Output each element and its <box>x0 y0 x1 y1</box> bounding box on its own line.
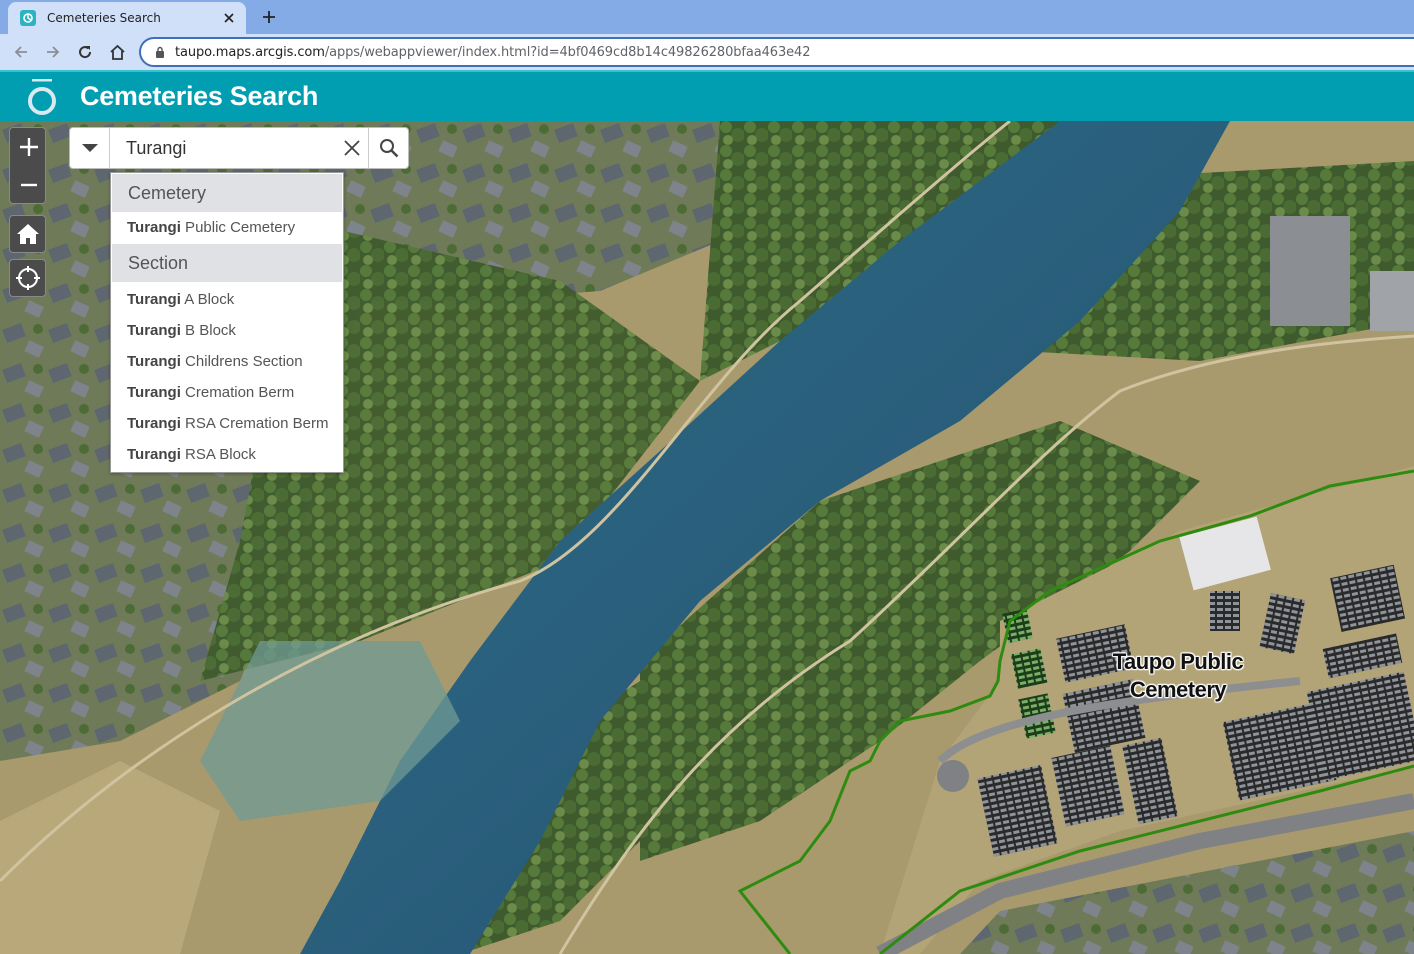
search-input[interactable] <box>110 128 336 168</box>
suggestion-group-header: Section <box>112 244 342 282</box>
suggestion-item[interactable]: Turangi Childrens Section <box>111 346 343 377</box>
back-arrow-icon[interactable] <box>9 40 33 64</box>
search-icon <box>379 139 398 158</box>
home-icon <box>16 224 39 244</box>
search-source-dropdown[interactable] <box>70 128 110 168</box>
reload-icon[interactable] <box>73 40 97 64</box>
search-button[interactable] <box>368 128 408 168</box>
browser-tabstrip: Cemeteries Search <box>0 0 1414 34</box>
suggestion-item[interactable]: Turangi Public Cemetery <box>111 213 343 243</box>
close-icon <box>344 140 360 156</box>
search-suggestions: Cemetery Turangi Public Cemetery Section… <box>110 172 344 473</box>
clear-search-button[interactable] <box>336 128 368 168</box>
zoom-control <box>9 127 46 204</box>
my-location-button[interactable] <box>9 259 46 297</box>
search-widget <box>69 127 409 169</box>
address-bar[interactable]: taupo.maps.arcgis.com/apps/webappviewer/… <box>139 37 1414 67</box>
app-logo-icon <box>26 77 58 117</box>
zoom-out-button[interactable] <box>10 166 47 204</box>
tab-close-icon[interactable] <box>220 9 238 27</box>
forward-arrow-icon[interactable] <box>41 40 65 64</box>
suggestion-item[interactable]: Turangi RSA Cremation Berm <box>111 408 343 439</box>
building <box>1270 216 1350 326</box>
building <box>1370 271 1414 331</box>
plus-icon <box>19 138 38 156</box>
home-page-icon[interactable] <box>105 40 129 64</box>
lock-icon <box>153 45 167 59</box>
cemetery-map-label: Taupo Public Cemetery <box>1112 649 1244 702</box>
tab-title: Cemeteries Search <box>47 11 161 25</box>
zoom-in-button[interactable] <box>10 128 47 166</box>
suggestion-group-header: Cemetery <box>112 174 342 212</box>
suggestion-item[interactable]: Turangi RSA Block <box>111 439 343 470</box>
browser-toolbar: taupo.maps.arcgis.com/apps/webappviewer/… <box>0 34 1414 70</box>
minus-icon <box>20 183 37 187</box>
new-tab-button[interactable] <box>258 4 280 30</box>
app-title: Cemeteries Search <box>80 81 319 111</box>
roundabout <box>937 760 969 792</box>
url-text: taupo.maps.arcgis.com/apps/webappviewer/… <box>175 44 811 60</box>
caret-down-icon <box>81 144 98 152</box>
browser-tab[interactable]: Cemeteries Search <box>8 2 246 34</box>
suggestion-item[interactable]: Turangi Cremation Berm <box>111 377 343 408</box>
app-header: Cemeteries Search <box>0 70 1414 121</box>
home-button[interactable] <box>9 215 46 253</box>
locate-crosshair-icon <box>15 266 40 290</box>
suggestion-item[interactable]: Turangi B Block <box>111 315 343 346</box>
suggestion-item[interactable]: Turangi A Block <box>111 284 343 315</box>
arcgis-favicon-icon <box>20 10 36 26</box>
